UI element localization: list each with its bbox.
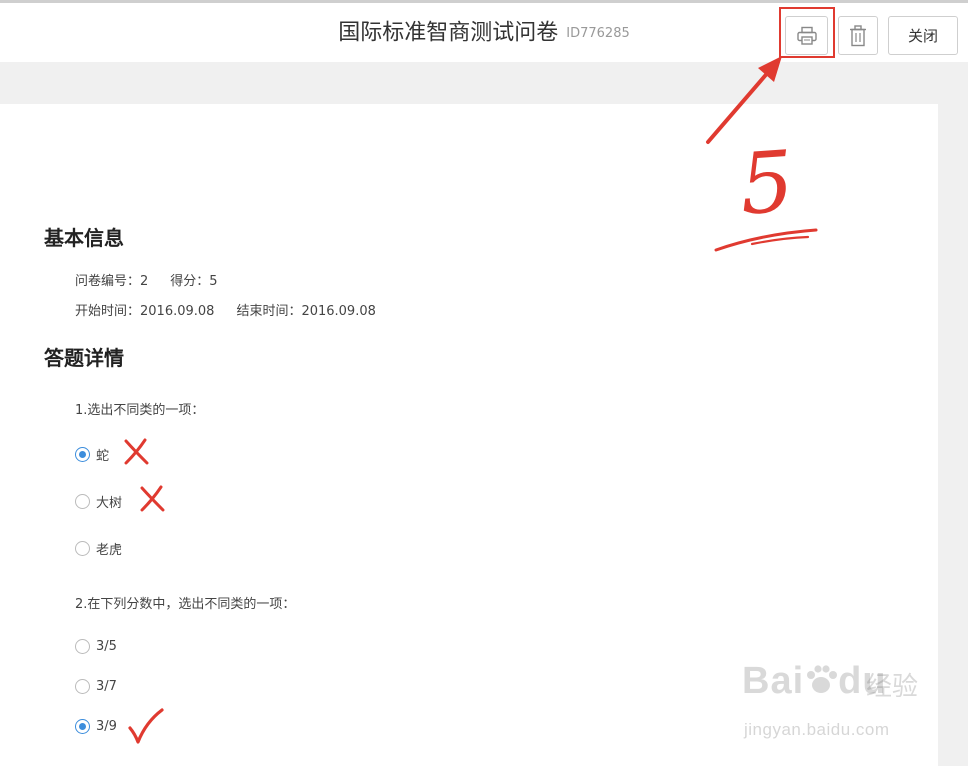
watermark-brand: Bai bbox=[742, 660, 805, 702]
baidu-watermark: Bai du 经验 jingyan.baidu.com bbox=[742, 660, 922, 760]
survey-id: ID776285 bbox=[566, 25, 630, 41]
radio-button[interactable] bbox=[75, 494, 90, 509]
cross-mark-icon bbox=[124, 438, 149, 465]
watermark-url: jingyan.baidu.com bbox=[744, 720, 890, 739]
radio-button[interactable] bbox=[75, 639, 90, 654]
score: 得分：5 bbox=[170, 274, 218, 289]
page-title: 国际标准智商测试问卷 bbox=[338, 20, 559, 46]
question-2-option-1[interactable]: 3/5 bbox=[75, 639, 117, 654]
end-time: 结束时间：2016.09.08 bbox=[236, 304, 376, 319]
close-button[interactable]: 关闭 bbox=[888, 16, 958, 55]
trash-icon bbox=[850, 24, 866, 46]
radio-button[interactable] bbox=[75, 679, 90, 694]
question-1-option-1[interactable]: 蛇 bbox=[75, 445, 109, 464]
option-label: 3/7 bbox=[96, 679, 117, 694]
question-2-option-3[interactable]: 3/9 bbox=[75, 719, 117, 734]
watermark-cn: 经验 bbox=[866, 672, 919, 702]
survey-number: 问卷编号：2 bbox=[75, 274, 149, 289]
option-label: 3/9 bbox=[96, 719, 117, 734]
radio-button[interactable] bbox=[75, 541, 90, 556]
delete-button[interactable] bbox=[838, 16, 878, 55]
basic-info-heading: 基本信息 bbox=[44, 226, 124, 250]
highlight-box bbox=[779, 7, 835, 58]
question-1-option-3[interactable]: 老虎 bbox=[75, 539, 122, 558]
option-label: 大树 bbox=[96, 496, 123, 511]
start-time: 开始时间：2016.09.08 bbox=[75, 304, 215, 319]
paw-icon bbox=[804, 662, 838, 693]
option-label: 蛇 bbox=[96, 449, 110, 464]
info-row-1: 问卷编号：2 得分：5 bbox=[75, 270, 218, 289]
check-mark-icon bbox=[128, 708, 164, 744]
option-label: 老虎 bbox=[96, 543, 123, 558]
info-row-2: 开始时间：2016.09.08 结束时间：2016.09.08 bbox=[75, 300, 376, 319]
question-1-option-2[interactable]: 大树 bbox=[75, 492, 122, 511]
answers-heading: 答题详情 bbox=[44, 346, 124, 370]
question-2-text: 2.在下列分数中，选出不同类的一项： bbox=[75, 597, 296, 612]
cross-mark-icon bbox=[140, 485, 165, 512]
radio-button[interactable] bbox=[75, 719, 90, 734]
question-1-text: 1.选出不同类的一项： bbox=[75, 403, 205, 418]
step-number: 5 bbox=[736, 132, 797, 234]
option-label: 3/5 bbox=[96, 639, 117, 654]
annotation-underline bbox=[714, 228, 818, 252]
radio-button[interactable] bbox=[75, 447, 90, 462]
question-2-option-2[interactable]: 3/7 bbox=[75, 679, 117, 694]
